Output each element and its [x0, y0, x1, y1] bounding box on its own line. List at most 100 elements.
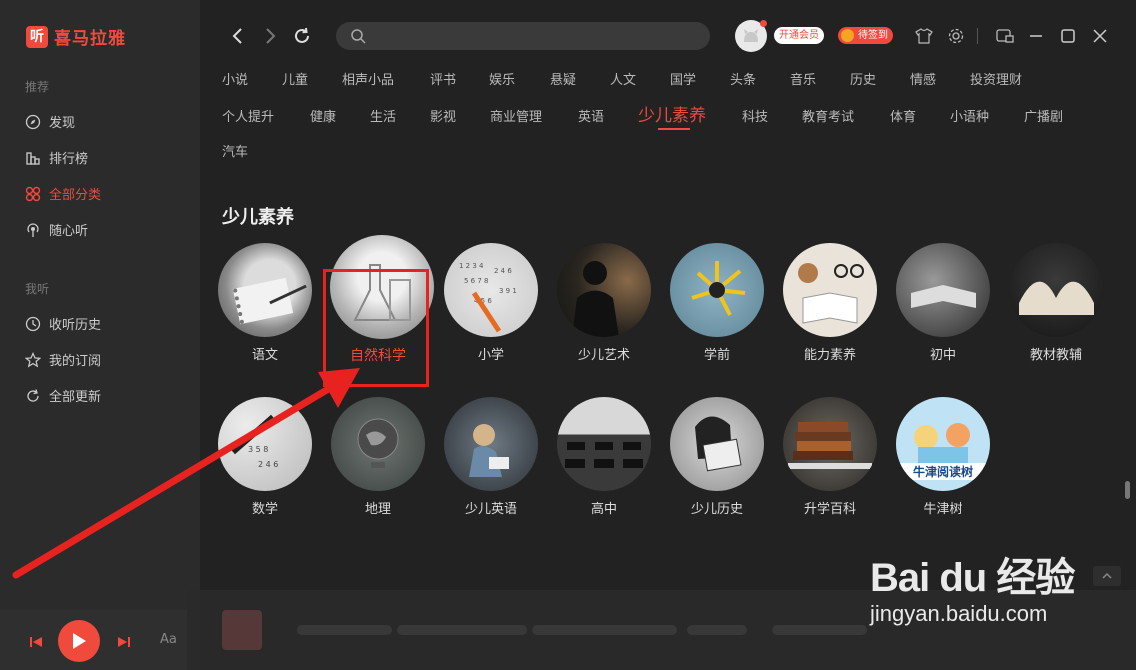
settings-gear-icon[interactable] [946, 26, 966, 46]
forward-icon[interactable] [260, 26, 280, 46]
skin-icon[interactable] [914, 26, 934, 46]
sign-in-button[interactable]: 待签到 [838, 27, 893, 44]
subcategory-item[interactable]: 高中 [556, 397, 652, 517]
maximize-icon[interactable] [1058, 26, 1078, 46]
font-toggle[interactable]: Aa [160, 632, 177, 647]
reload-icon[interactable] [292, 26, 312, 46]
category-tag[interactable]: 相声小品 [342, 69, 394, 88]
cover-book-stack-image [783, 397, 877, 491]
category-tag[interactable]: 国学 [670, 69, 696, 88]
search-icon [351, 29, 366, 44]
track-cover [222, 610, 262, 650]
app-logo[interactable]: 听 喜马拉雅 [26, 24, 126, 49]
svg-text:2 4 6: 2 4 6 [494, 267, 512, 275]
category-tag[interactable]: 教育考试 [802, 106, 854, 125]
sidebar-item-label: 全部更新 [49, 390, 102, 405]
subcategory-item[interactable]: 少儿历史 [669, 397, 765, 517]
category-tag[interactable]: 英语 [578, 106, 604, 125]
prev-icon[interactable] [29, 634, 43, 653]
sidebar-item-discover[interactable]: 发现 [25, 112, 75, 131]
category-tag[interactable]: 小说 [222, 69, 248, 88]
active-tab-underline [658, 128, 690, 130]
item-label: 小学 [477, 348, 504, 363]
next-icon[interactable] [117, 634, 131, 653]
category-tag[interactable]: 儿童 [282, 69, 308, 88]
sidebar-item-random-listen[interactable]: 随心听 [25, 220, 88, 239]
logo-text: 喜马拉雅 [54, 29, 126, 49]
subcategory-item[interactable]: 3 5 8 2 4 6 数学 [217, 397, 313, 517]
category-tag[interactable]: 健康 [310, 106, 336, 125]
cover-silhouette-image [557, 243, 651, 337]
radio-icon [25, 222, 41, 238]
grid-icon [25, 186, 41, 202]
watermark-brand: Bai du 经验 [870, 556, 1075, 600]
category-tag[interactable]: 历史 [850, 69, 876, 88]
subcategory-item[interactable]: 牛津阅读树 牛津树 [895, 397, 991, 517]
sidebar-item-label: 我的订阅 [49, 354, 102, 369]
search-input[interactable] [336, 22, 710, 50]
sidebar-item-history[interactable]: 收听历史 [25, 314, 101, 333]
subcategory-item[interactable]: 学前 [669, 243, 765, 363]
category-tag[interactable]: 体育 [890, 106, 916, 125]
category-tag[interactable]: 广播剧 [1024, 106, 1063, 125]
item-label: 能力素养 [803, 348, 856, 363]
back-icon[interactable] [228, 26, 248, 46]
subcategory-item[interactable]: 教材教辅 [1008, 243, 1104, 363]
category-tag[interactable]: 评书 [430, 69, 456, 88]
scrollbar[interactable] [1125, 481, 1130, 499]
category-tag[interactable]: 科技 [742, 106, 768, 125]
top-bar: 开通会员 待签到 [200, 0, 1136, 70]
cover-math-paper-image: 1 2 3 45 6 7 82 4 63 9 14 5 6 [444, 243, 538, 337]
category-tag[interactable]: 小语种 [950, 106, 989, 125]
chart-icon [25, 150, 41, 166]
category-tag[interactable]: 头条 [730, 69, 756, 88]
svg-text:3 5 8: 3 5 8 [248, 445, 268, 454]
subcategory-item[interactable]: 少儿艺术 [556, 243, 652, 363]
item-label: 高中 [590, 502, 617, 517]
sidebar-item-ranking[interactable]: 排行榜 [25, 148, 88, 167]
subcategory-item[interactable]: 地理 [330, 397, 426, 517]
sidebar-item-label: 排行榜 [49, 152, 89, 167]
minimize-icon[interactable] [1026, 26, 1046, 46]
category-tag[interactable]: 音乐 [790, 69, 816, 88]
back-to-top-button[interactable] [1093, 566, 1121, 586]
sidebar-item-subscriptions[interactable]: 我的订阅 [25, 350, 101, 369]
close-icon[interactable] [1090, 26, 1110, 46]
category-tag[interactable]: 悬疑 [550, 69, 576, 88]
cover-classroom-image [557, 397, 651, 491]
subcategory-item[interactable]: 升学百科 [782, 397, 878, 517]
category-tag[interactable]: 人文 [610, 69, 636, 88]
category-tag[interactable]: 娱乐 [489, 69, 515, 88]
subcategory-item[interactable]: 能力素养 [782, 243, 878, 363]
item-label: 少儿英语 [464, 502, 517, 517]
sidebar-item-label: 发现 [49, 116, 76, 131]
subcategory-item[interactable]: 1 2 3 45 6 7 82 4 63 9 14 5 6 小学 [443, 243, 539, 363]
category-tag[interactable]: 生活 [370, 106, 396, 125]
category-tag[interactable]: 个人提升 [222, 106, 274, 125]
sidebar-item-all-categories[interactable]: 全部分类 [25, 184, 101, 203]
section-title: 少儿素养 [222, 207, 294, 228]
subcategory-item[interactable]: 少儿英语 [443, 397, 539, 517]
blurred-text [532, 625, 677, 635]
category-tag[interactable]: 汽车 [222, 141, 248, 160]
item-label: 少儿艺术 [577, 348, 630, 363]
avatar[interactable] [735, 20, 767, 52]
category-tag[interactable]: 影视 [430, 106, 456, 125]
play-button[interactable] [58, 620, 100, 662]
category-tag[interactable]: 情感 [910, 69, 936, 88]
vip-button[interactable]: 开通会员 [774, 27, 824, 44]
cover-child-reading-image [444, 397, 538, 491]
category-tag-active[interactable]: 少儿素养 [638, 101, 706, 126]
sign-in-label: 待签到 [858, 30, 888, 41]
sidebar-item-all-updates[interactable]: 全部更新 [25, 386, 101, 405]
category-tag[interactable]: 商业管理 [490, 106, 542, 125]
svg-text:1 2 3 4: 1 2 3 4 [459, 262, 484, 270]
category-tag[interactable]: 投资理财 [970, 69, 1022, 88]
cover-pages-image [1009, 243, 1103, 337]
watermark-url: jingyan.baidu.com [870, 601, 1048, 626]
subcategory-item[interactable]: 语文 [217, 243, 313, 363]
blurred-text [772, 625, 867, 635]
sidebar: 听 喜马拉雅 推荐 发现 排行榜 全部分类 随心听 我听 收听历史 我的订阅 全… [0, 0, 200, 670]
subcategory-item[interactable]: 初中 [895, 243, 991, 363]
mini-mode-icon[interactable] [995, 26, 1015, 46]
